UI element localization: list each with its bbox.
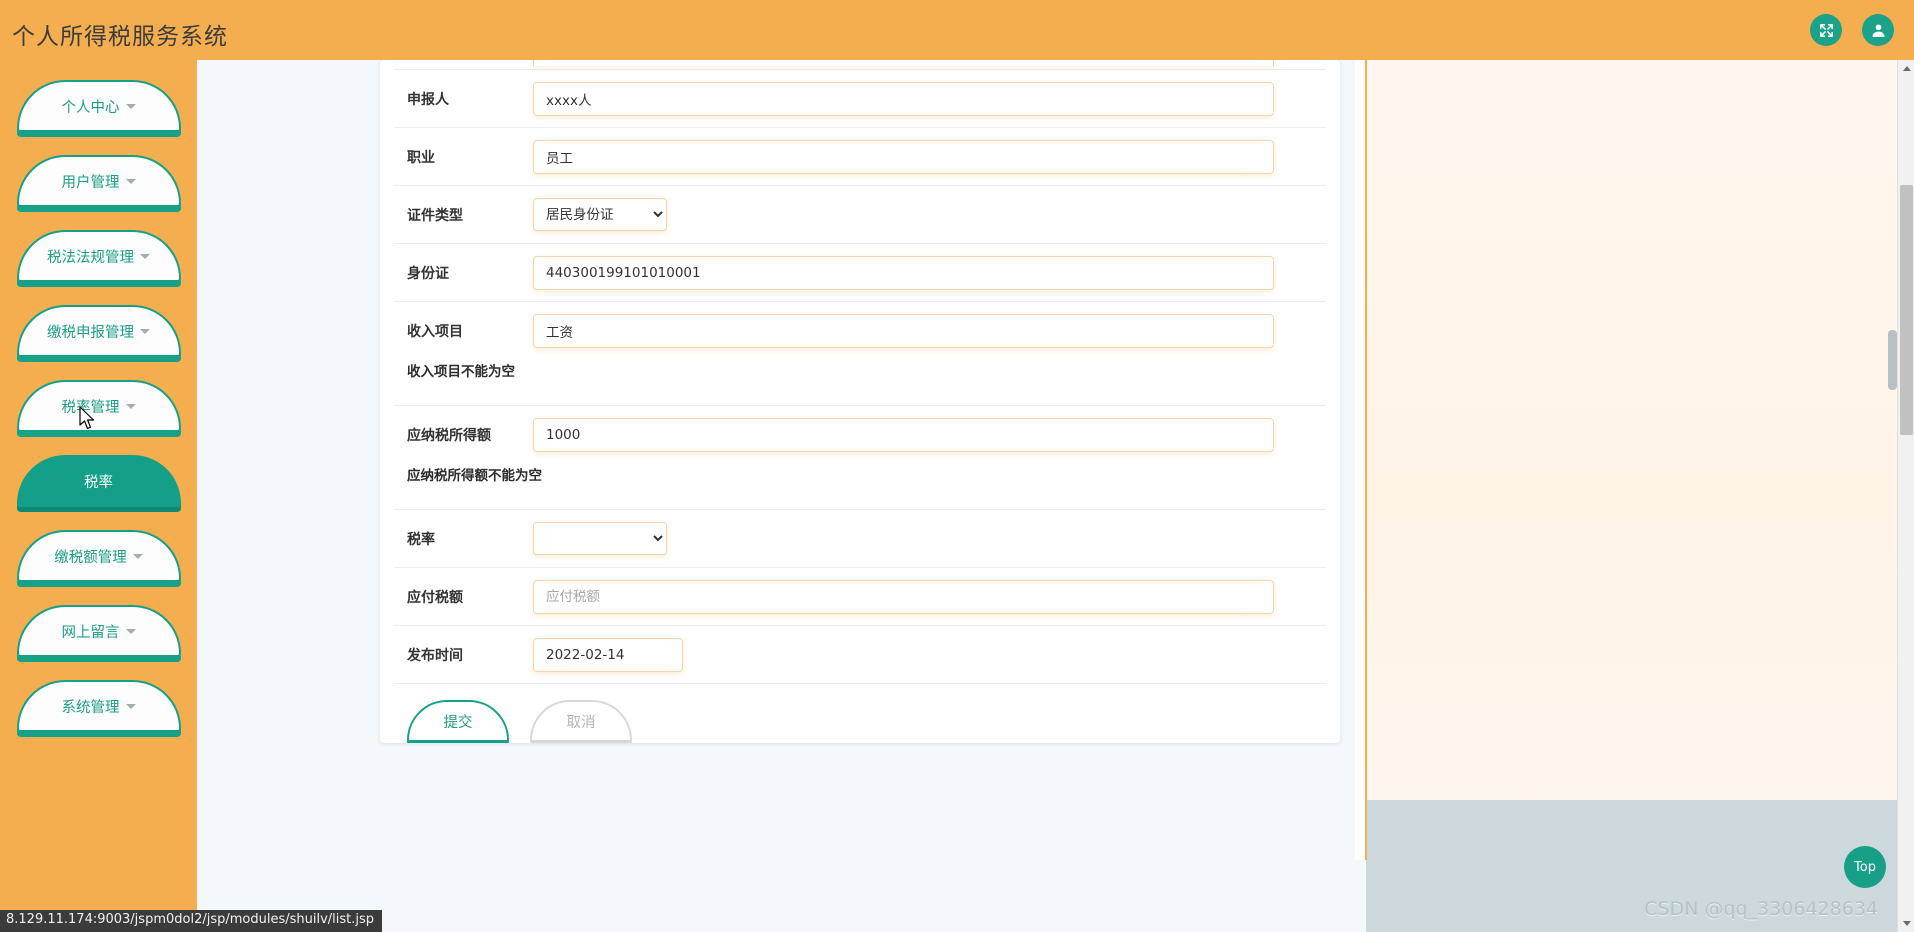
tax-payable-input[interactable] [533,579,1274,614]
sidebar-item-5[interactable]: 税率 [16,455,181,507]
chevron-down-icon [125,403,136,409]
sidebar-item-8[interactable]: 系统管理 [16,680,181,732]
field-label-tax-payable: 应付税额 [407,589,463,606]
sidebar-item-label: 用户管理 [61,174,120,191]
chevron-down-icon [140,253,150,259]
form-row-publish-date: 发布时间 [394,626,1326,684]
fullscreen-expand-icon[interactable] [1810,14,1842,46]
sidebar-item-label: 个人中心 [61,99,120,116]
income-item-input[interactable] [533,314,1274,348]
field-control-tax-payable [533,579,1326,614]
form-body: 申报人 职业 证件类型 居民身份证护照港澳居民来往内地通行证台湾居民来往大陆通行… [380,60,1340,742]
sidebar-item-6[interactable]: 缴税额管理 [16,530,181,582]
sidebar-item-4[interactable]: 税率管理 [16,380,181,432]
scroll-up-arrow-icon[interactable] [1898,60,1914,77]
chevron-down-icon [125,628,136,634]
sidebar-item-label: 缴税额管理 [54,549,127,566]
field-control-declarant [533,81,1326,116]
page-title: 个人所得税服务系统 [12,24,228,50]
cancel-button[interactable]: 取消 [530,700,632,742]
chevron-down-icon [140,328,150,334]
income-item-error-message: 收入项目不能为空 [407,364,515,380]
sidebar-item-label: 税率管理 [61,399,120,416]
id-type-select[interactable]: 居民身份证护照港澳居民来往内地通行证台湾居民来往大陆通行证 [533,198,667,231]
app-root: 个人所得税服务系统 个人中心 用户管理 税法法规管理 缴税申报管理 税率管理 税… [0,0,1914,932]
header-actions [1810,14,1894,46]
sidebar-item-label: 缴税申报管理 [47,324,134,341]
form-row-id-type: 证件类型 居民身份证护照港澳居民来往内地通行证台湾居民来往大陆通行证 [394,186,1326,244]
vertical-scrollbar-thumb[interactable] [1900,185,1913,435]
form-actions: 提交 取消 [394,684,1326,742]
scroll-to-top-button[interactable]: Top [1844,846,1886,888]
field-label-income-item: 收入项目 [407,324,463,340]
chevron-down-icon [132,553,143,559]
field-control-taxable-income [533,418,1326,452]
tax-rate-select[interactable]: 3%10%20%25%30%35%45% [533,522,667,555]
id-number-input[interactable] [533,255,1274,290]
sidebar-item-1[interactable]: 用户管理 [16,155,181,207]
sidebar: 个人中心 用户管理 税法法规管理 缴税申报管理 税率管理 税率 缴税额管理 网上… [0,60,197,932]
form-row-income-item: 收入项目 [394,302,1326,360]
form-row-income-item-error: 收入项目不能为空 [394,360,1326,406]
right-background-panel [1366,60,1914,860]
publish-date-input[interactable] [533,637,683,672]
sidebar-item-3[interactable]: 缴税申报管理 [16,305,181,357]
field-control-id-number [533,255,1326,290]
field-label-id-number: 身份证 [407,265,449,282]
field-label-declarant: 申报人 [407,91,449,108]
field-control-id-type: 居民身份证护照港澳居民来往内地通行证台湾居民来往大陆通行证 [533,198,1326,231]
field-label-publish-date: 发布时间 [407,647,463,664]
form-row-taxable-income-error: 应纳税所得额不能为空 [394,464,1326,510]
chevron-down-icon [125,103,136,109]
sidebar-item-7[interactable]: 网上留言 [16,605,181,657]
field-control-publish-date [533,637,1326,672]
csdn-watermark: CSDN @qq_3306428634 [1644,898,1878,920]
field-label-taxable-income: 应纳税所得额 [407,428,491,444]
declarant-input[interactable] [533,81,1274,116]
form-row-taxable-income: 应纳税所得额 [394,406,1326,464]
browser-status-bar: 8.129.11.174:9003/jspm0dol2/jsp/modules/… [0,910,383,932]
form-row-tax-rate: 税率 3%10%20%25%30%35%45% [394,510,1326,568]
scroll-down-arrow-icon[interactable] [1898,915,1914,932]
field-control-occupation [533,139,1326,174]
app-header: 个人所得税服务系统 [0,0,1914,60]
user-account-icon[interactable] [1862,14,1894,46]
sidebar-item-label: 税法法规管理 [47,249,134,266]
vertical-scrollbar[interactable] [1897,60,1914,932]
sidebar-item-0[interactable]: 个人中心 [16,80,181,132]
field-control-tax-rate: 3%10%20%25%30%35%45% [533,522,1326,555]
occupation-input[interactable] [533,139,1274,174]
clipped-field-row [394,60,1326,70]
form-row-occupation: 职业 [394,128,1326,186]
taxable-income-input[interactable] [533,418,1274,452]
inner-scrollbar-thumb[interactable] [1888,330,1897,390]
form-row-declarant: 申报人 [394,70,1326,128]
sidebar-item-label: 税率 [84,474,113,491]
chevron-down-icon [125,178,136,184]
form-row-id-number: 身份证 [394,244,1326,302]
sidebar-item-label: 系统管理 [61,699,120,716]
field-control-income-item [533,314,1326,348]
form-row-tax-payable: 应付税额 [394,568,1326,626]
taxable-income-error-message: 应纳税所得额不能为空 [407,468,542,484]
form-card: 申报人 职业 证件类型 居民身份证护照港澳居民来往内地通行证台湾居民来往大陆通行… [380,60,1340,743]
sidebar-item-label: 网上留言 [61,624,120,641]
field-label-tax-rate: 税率 [407,531,435,548]
submit-button[interactable]: 提交 [407,700,509,742]
field-label-occupation: 职业 [407,149,435,166]
right-edge-strip [1355,60,1367,860]
sidebar-item-2[interactable]: 税法法规管理 [16,230,181,282]
field-label-id-type: 证件类型 [407,207,463,224]
chevron-down-icon [125,703,136,709]
clipped-text-input[interactable] [533,60,1274,66]
